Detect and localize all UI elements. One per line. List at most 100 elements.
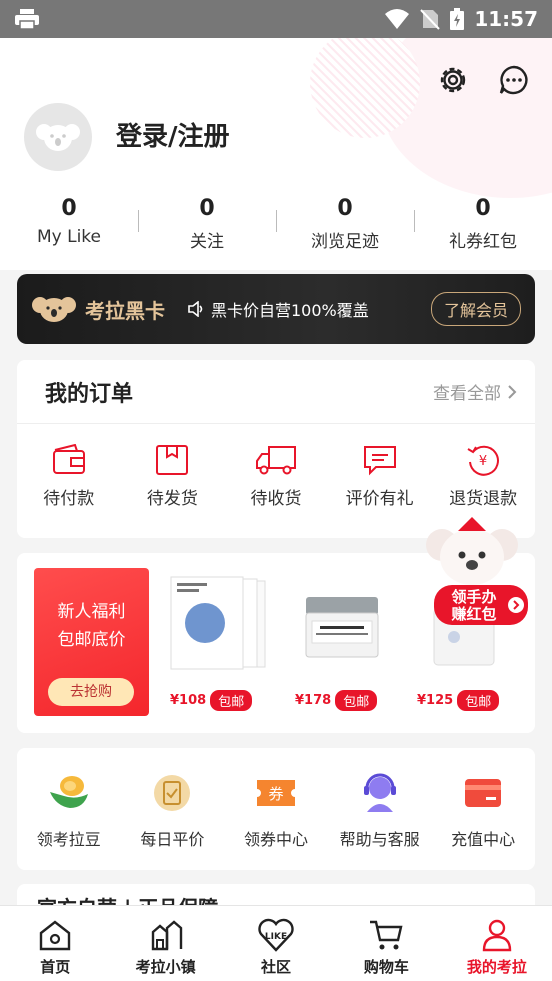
- svg-text:¥: ¥: [479, 454, 487, 469]
- service-label: 充值中心: [451, 830, 516, 849]
- settings-button[interactable]: [435, 62, 471, 98]
- learn-membership-button[interactable]: 了解会员: [430, 292, 521, 326]
- svg-text:券: 券: [268, 785, 283, 803]
- svg-text:LIKE: LIKE: [265, 932, 287, 942]
- black-card-subtitle: 黑卡价自营100%覆盖: [211, 301, 369, 320]
- product-image: [287, 568, 397, 678]
- no-sim-icon: [420, 9, 441, 30]
- koala-mascot-badge[interactable]: 领手办 赚红包: [420, 515, 530, 630]
- stat-value: 0: [61, 196, 77, 221]
- home-icon: [40, 920, 71, 951]
- stat-my-like[interactable]: 0 My Like: [0, 196, 138, 252]
- black-card-subtitle-wrap: 黑卡价自营100%覆盖: [187, 297, 369, 321]
- product-price: ¥125: [417, 693, 454, 708]
- cream-jar-icon: [305, 597, 379, 658]
- new-user-banner[interactable]: 新人福利 包邮底价 去抢购: [34, 568, 149, 716]
- tab-label: 首页: [40, 958, 71, 976]
- mask-box-icon: [170, 576, 266, 670]
- chevron-right-icon: [508, 384, 517, 399]
- stats-row: 0 My Like 0 关注 0 浏览足迹 0 礼券红包: [0, 196, 552, 252]
- order-label: 待发货: [146, 489, 198, 509]
- service-label: 领考拉豆: [36, 830, 101, 849]
- truck-icon: [255, 446, 296, 475]
- messages-button[interactable]: [496, 62, 532, 98]
- order-pending-payment[interactable]: 待付款: [17, 444, 121, 509]
- price-row: ¥125 包邮: [417, 690, 500, 711]
- grab-button[interactable]: 去抢购: [48, 678, 134, 706]
- koala-badge-line2: 赚红包: [450, 605, 496, 623]
- wifi-icon: [385, 9, 410, 29]
- orders-header: 我的订单 查看全部: [17, 360, 535, 424]
- chat-icon: [499, 65, 528, 95]
- tab-my-koala[interactable]: 我的考拉: [442, 906, 552, 981]
- stat-history[interactable]: 0 浏览足迹: [276, 196, 414, 252]
- order-label: 退货退款: [449, 489, 518, 509]
- tab-label: 我的考拉: [466, 958, 527, 976]
- stat-coupons[interactable]: 0 礼券红包: [414, 196, 552, 252]
- service-daily-price[interactable]: 每日平价: [121, 772, 225, 850]
- print-icon: [15, 9, 39, 30]
- coupon-icon: 券: [256, 780, 295, 806]
- speaker-icon: [188, 301, 203, 317]
- order-pending-receipt[interactable]: 待收货: [224, 444, 328, 509]
- bean-icon: [49, 776, 88, 808]
- profile-header: 登录/注册 0 My Like 0 关注 0 浏览足迹 0 礼券红包: [0, 38, 552, 270]
- free-shipping-tag: 包邮: [210, 690, 253, 711]
- free-shipping-tag: 包邮: [335, 690, 378, 711]
- services-card: 领考拉豆 每日平价 券 领券中心 帮助与客服 充值中心: [17, 748, 535, 870]
- product-card[interactable]: ¥108 包邮: [162, 568, 272, 718]
- order-status-row: 待付款 待发货 待收货 评价有礼 ¥ 退货退款: [17, 424, 535, 509]
- stat-follow[interactable]: 0 关注: [138, 196, 276, 252]
- cart-icon: [370, 920, 403, 950]
- free-shipping-tag: 包邮: [457, 690, 500, 711]
- login-register-link[interactable]: 登录/注册: [116, 116, 230, 153]
- service-koala-beans[interactable]: 领考拉豆: [17, 772, 121, 850]
- price-row: ¥108 包邮: [170, 690, 253, 711]
- order-review[interactable]: 评价有礼: [328, 444, 432, 509]
- product-card[interactable]: ¥178 包邮: [287, 568, 397, 718]
- view-all-orders-link[interactable]: 查看全部: [433, 379, 517, 404]
- order-label: 评价有礼: [345, 489, 414, 509]
- service-coupon-center[interactable]: 券 领券中心: [224, 772, 328, 850]
- tab-koala-town[interactable]: 考拉小镇: [110, 906, 220, 981]
- koala-mascot-icon: 领手办 赚红包: [426, 517, 528, 625]
- tab-label: 购物车: [363, 958, 409, 976]
- recharge-icon: [465, 779, 502, 807]
- status-time: 11:57: [474, 7, 538, 31]
- stat-label: 浏览足迹: [311, 232, 379, 252]
- product-price: ¥178: [295, 693, 332, 708]
- tab-community[interactable]: LIKE 社区: [221, 906, 331, 981]
- stat-label: 礼券红包: [449, 232, 517, 252]
- service-recharge[interactable]: 充值中心: [431, 772, 535, 850]
- product-price: ¥108: [170, 693, 207, 708]
- black-card-banner[interactable]: 考拉黑卡 黑卡价自营100%覆盖 了解会员: [17, 274, 535, 344]
- order-refund[interactable]: ¥ 退货退款: [431, 444, 535, 509]
- order-pending-shipment[interactable]: 待发货: [121, 444, 225, 509]
- service-help[interactable]: 帮助与客服: [328, 772, 432, 850]
- stat-value: 0: [337, 196, 353, 221]
- daily-price-icon: [154, 775, 191, 811]
- wallet-icon: [52, 444, 85, 474]
- koala-badge-line1: 领手办: [450, 588, 496, 606]
- tab-label: 考拉小镇: [135, 958, 196, 976]
- refund-icon: ¥: [467, 445, 500, 476]
- black-card-title: 考拉黑卡: [85, 298, 165, 323]
- avatar[interactable]: [24, 103, 92, 171]
- orders-card: 我的订单 查看全部 待付款 待发货 待收货 评价有礼 ¥ 退货退款: [17, 360, 535, 538]
- service-label: 帮助与客服: [339, 830, 420, 849]
- promo-line-1: 新人福利: [57, 602, 126, 622]
- tab-label: 社区: [261, 958, 292, 976]
- service-label: 每日平价: [140, 830, 205, 849]
- town-icon: [151, 920, 182, 951]
- stat-value: 0: [199, 196, 215, 221]
- stat-label: My Like: [36, 227, 102, 247]
- stat-value: 0: [475, 196, 491, 221]
- orders-title: 我的订单: [45, 381, 134, 407]
- tab-cart[interactable]: 购物车: [331, 906, 441, 981]
- order-label: 待收货: [250, 489, 302, 509]
- tab-home[interactable]: 首页: [0, 906, 110, 981]
- package-icon: [156, 445, 189, 475]
- stat-label: 关注: [190, 232, 224, 252]
- koala-logo-icon: [32, 297, 76, 322]
- product-image: [162, 568, 272, 678]
